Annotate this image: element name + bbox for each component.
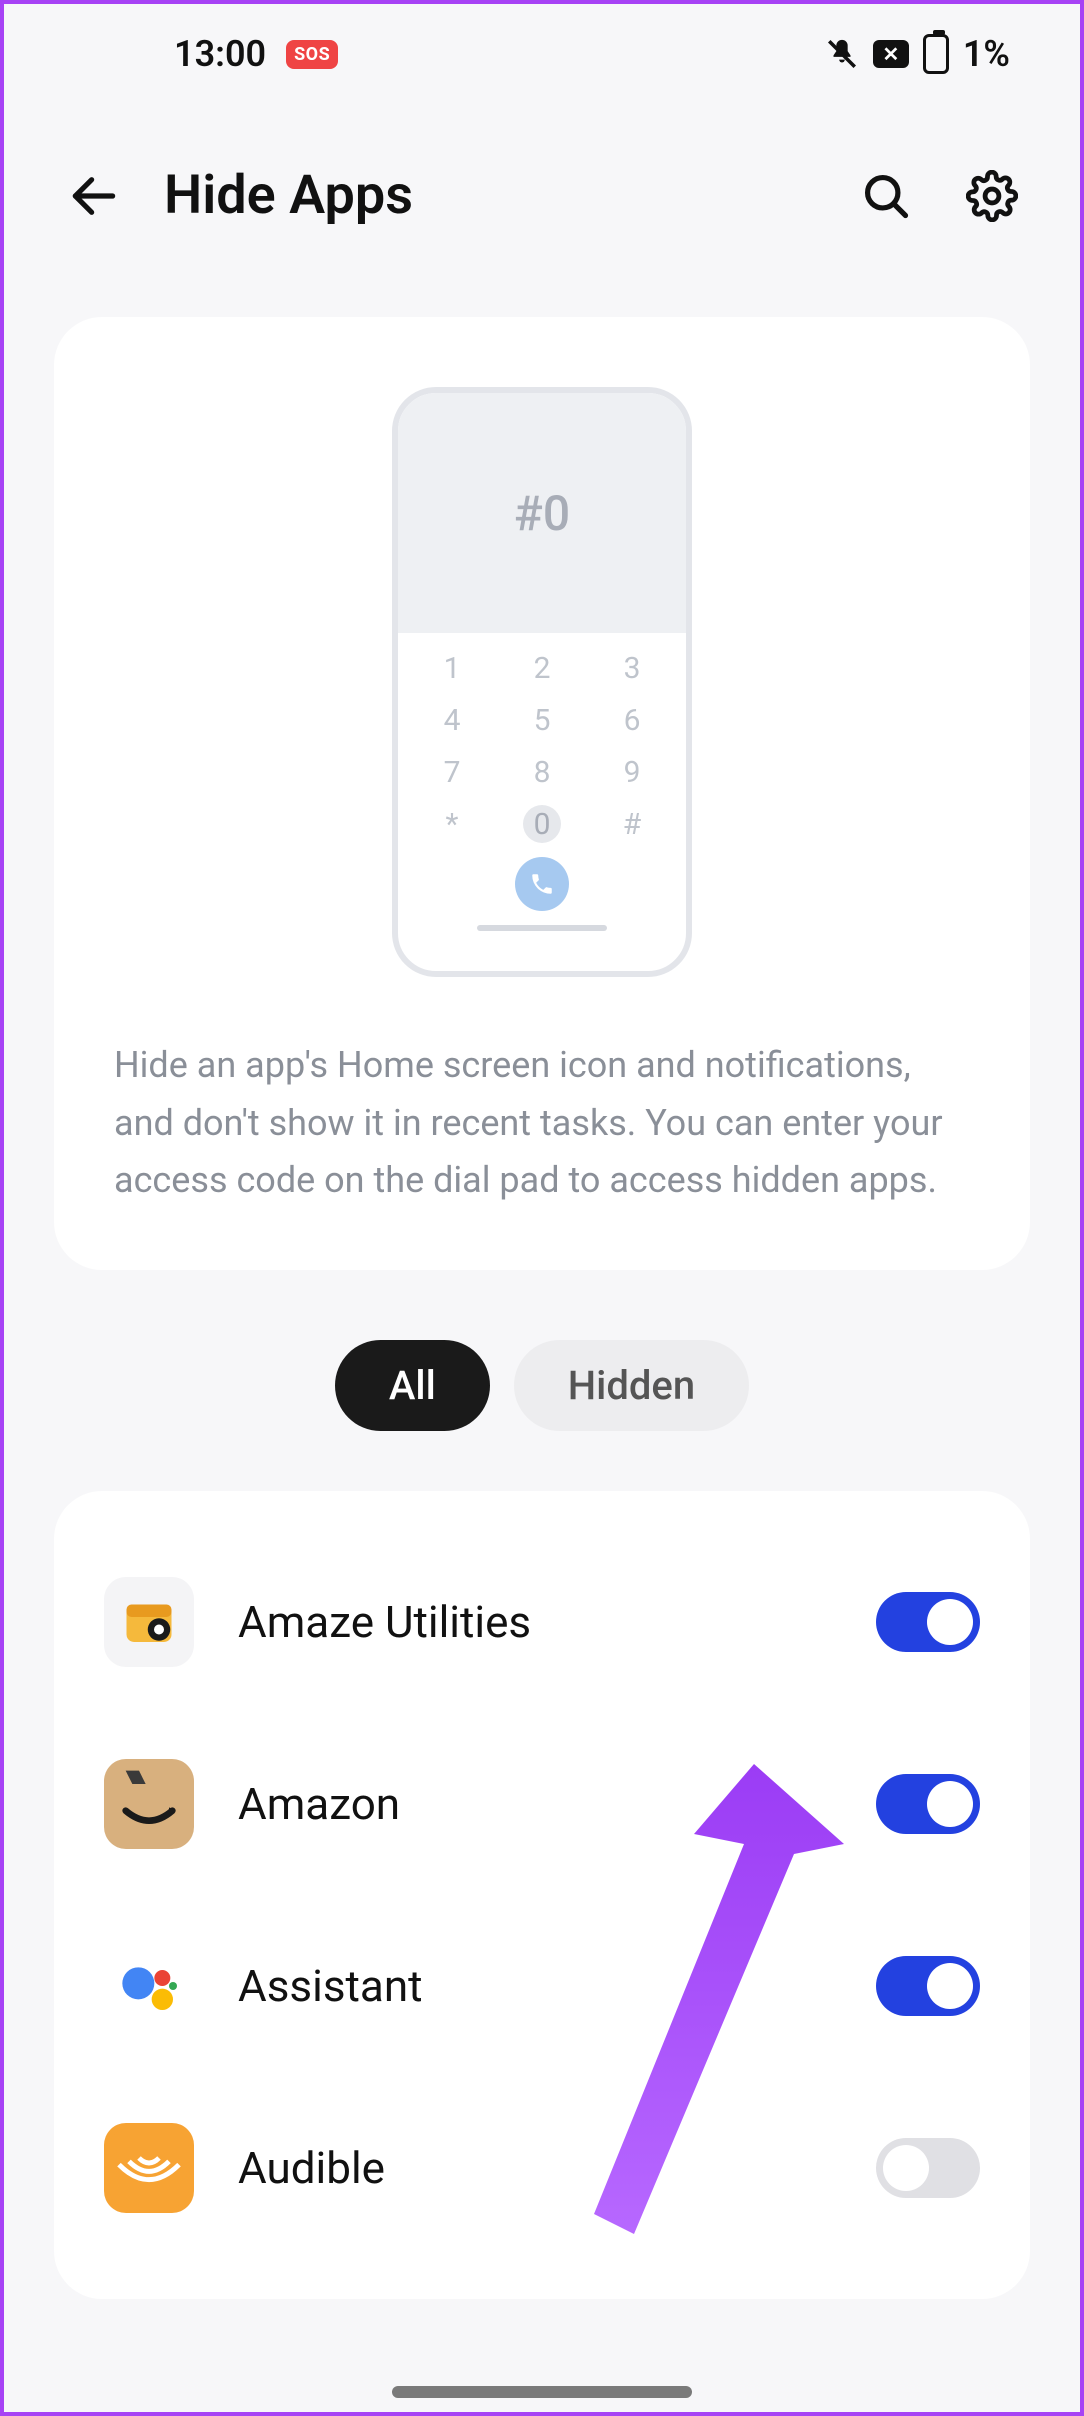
- dial-key: 2: [512, 649, 572, 687]
- app-list: Amaze Utilities Amazon Assistant Audible: [54, 1491, 1030, 2299]
- status-time: 13:00: [174, 33, 266, 75]
- dial-key: 4: [422, 701, 482, 739]
- settings-button[interactable]: [964, 168, 1020, 224]
- status-bar: 13:00 SOS ✕ 1%: [4, 4, 1080, 104]
- app-row-amazon: Amazon: [94, 1713, 990, 1895]
- toggle-amazon[interactable]: [876, 1774, 980, 1834]
- app-icon-audible: [104, 2123, 194, 2213]
- phone-illustration: #0 1 2 3 4 5 6 7 8 9 * 0 #: [392, 387, 692, 977]
- info-card: #0 1 2 3 4 5 6 7 8 9 * 0 #: [54, 317, 1030, 1270]
- dial-key: 9: [602, 753, 662, 791]
- app-icon-amaze: [104, 1577, 194, 1667]
- app-icon-amazon: [104, 1759, 194, 1849]
- sos-badge: SOS: [286, 40, 338, 69]
- status-indicator-icon: ✕: [873, 40, 909, 68]
- dial-key: 0: [523, 805, 561, 843]
- toggle-amaze-utilities[interactable]: [876, 1592, 980, 1652]
- toggle-assistant[interactable]: [876, 1956, 980, 2016]
- page-title: Hide Apps: [164, 164, 818, 227]
- dial-key: 3: [602, 649, 662, 687]
- app-icon-assistant: [104, 1941, 194, 2031]
- dial-key: *: [422, 805, 482, 843]
- illustration-code: #0: [398, 393, 686, 633]
- back-button[interactable]: [64, 166, 124, 226]
- filter-tabs: All Hidden: [4, 1340, 1080, 1431]
- toggle-audible[interactable]: [876, 2138, 980, 2198]
- info-text: Hide an app's Home screen icon and notif…: [94, 1037, 990, 1210]
- battery-percentage: 1%: [963, 33, 1010, 75]
- app-name: Audible: [238, 2142, 832, 2194]
- call-icon: [515, 857, 569, 911]
- dial-key: 6: [602, 701, 662, 739]
- battery-icon: [923, 34, 949, 74]
- app-name: Assistant: [238, 1960, 832, 2012]
- dial-key: 7: [422, 753, 482, 791]
- tab-hidden[interactable]: Hidden: [514, 1340, 749, 1431]
- home-indicator[interactable]: [392, 2386, 692, 2398]
- search-button[interactable]: [858, 168, 914, 224]
- tab-all[interactable]: All: [335, 1340, 490, 1431]
- app-name: Amazon: [238, 1778, 832, 1830]
- app-name: Amaze Utilities: [238, 1596, 832, 1648]
- page-header: Hide Apps: [4, 104, 1080, 287]
- app-row-audible: Audible: [94, 2077, 990, 2259]
- dial-key: 8: [512, 753, 572, 791]
- mute-icon: [825, 37, 859, 71]
- app-row-amaze-utilities: Amaze Utilities: [94, 1531, 990, 1713]
- dial-key: 1: [422, 649, 482, 687]
- dial-key: #: [602, 805, 662, 843]
- app-row-assistant: Assistant: [94, 1895, 990, 2077]
- dial-key: 5: [512, 701, 572, 739]
